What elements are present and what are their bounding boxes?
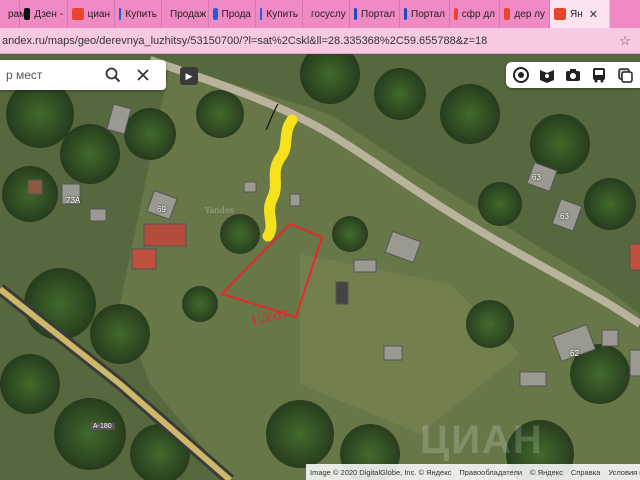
search-button[interactable]	[98, 60, 128, 90]
terms-link[interactable]: Условия использ	[608, 468, 640, 477]
browser-tab-label: Портал	[411, 8, 445, 20]
flag-icon	[404, 8, 408, 20]
map-layers-toolbar	[506, 62, 640, 88]
browser-tab[interactable]: рам	[0, 0, 26, 28]
map-type-button[interactable]	[614, 64, 636, 86]
browser-tab-label: циан	[87, 8, 110, 20]
bus-icon	[593, 68, 605, 83]
browser-tab[interactable]: циан	[68, 0, 115, 28]
close-tab-icon[interactable]: ✕	[589, 8, 598, 21]
browser-tab[interactable]: дер лу	[500, 0, 550, 28]
imagery-credit: Image © 2020 DigitalGlobe, Inc. © Яндекс	[310, 467, 452, 477]
house-number-label: 63	[532, 173, 541, 182]
search-input[interactable]	[4, 67, 98, 83]
camera-icon	[566, 69, 580, 81]
satellite-watermark: Yandex	[205, 206, 234, 215]
map-pin-icon	[554, 8, 566, 20]
browser-tab[interactable]: Прода	[209, 0, 256, 28]
transport-button[interactable]	[588, 64, 610, 86]
browser-tab-label: дер лу	[514, 8, 545, 20]
yandex-credit: © Яндекс	[530, 467, 563, 477]
help-link[interactable]: Справка	[571, 468, 600, 477]
browser-tab[interactable]: Купить	[256, 0, 303, 28]
cian-watermark: ЦИАН	[420, 418, 544, 462]
browser-tab-bar: рам Дзен - циан Купить Продаж Прода Купить госу…	[0, 0, 640, 28]
browser-tab[interactable]: сфр дл	[450, 0, 500, 28]
cian-icon	[260, 8, 263, 20]
cian-icon	[119, 8, 122, 20]
map-type-icon	[618, 68, 633, 83]
browser-tab[interactable]: Портал	[400, 0, 450, 28]
house-number-label: 69	[157, 205, 166, 214]
browser-tab-label: Портал	[361, 8, 395, 20]
browser-tab[interactable]: Дзен -	[20, 0, 68, 28]
satellite-map[interactable]: Yandex А-180 12сот ЦИАН ID 326916860 697…	[0, 54, 640, 480]
yandex-icon	[454, 8, 458, 20]
browser-tab-label: сфр дл	[461, 8, 495, 20]
clear-button[interactable]	[128, 60, 158, 90]
close-icon	[137, 69, 149, 81]
bookmark-star-icon[interactable]: ☆	[610, 33, 640, 49]
browser-tab-label: Продаж	[170, 8, 207, 20]
panorama-button[interactable]	[536, 64, 558, 86]
house-number-label: 63	[560, 212, 569, 221]
browser-tab-label: госуслу	[311, 8, 346, 20]
browser-tab-label: Ян	[570, 8, 583, 20]
search-box[interactable]	[0, 60, 166, 90]
yandex-icon	[504, 8, 511, 20]
map-copyright-bar: Image © 2020 DigitalGlobe, Inc. © Яндекс…	[306, 464, 640, 480]
browser-tab[interactable]: госуслу	[303, 0, 350, 28]
satellite-imagery	[0, 54, 640, 480]
dzen-icon	[24, 8, 31, 20]
house-number-label: 62	[570, 349, 579, 358]
browser-tab-label: Дзен -	[34, 8, 63, 20]
layers-icon	[513, 67, 529, 83]
browser-tab-label: Купить	[125, 8, 157, 20]
browser-tab[interactable]: Продаж	[162, 0, 209, 28]
yandex-icon	[72, 8, 84, 20]
flag-icon	[354, 8, 358, 20]
url-text[interactable]: andex.ru/maps/geo/derevnya_luzhitsy/5315…	[2, 35, 487, 47]
rights-holders-link[interactable]: Правообладатели	[459, 468, 522, 477]
panel-collapse-button[interactable]: ▶	[180, 67, 198, 85]
browser-tab-label: Прода	[221, 8, 252, 20]
browser-tab[interactable]: Купить	[115, 0, 162, 28]
browser-tab[interactable]: Портал	[350, 0, 400, 28]
panorama-icon	[540, 70, 554, 83]
house-number-label: 73А	[66, 196, 81, 205]
browser-tab[interactable]: Ян ✕	[550, 0, 610, 28]
search-icon	[105, 67, 121, 83]
photos-button[interactable]	[562, 64, 584, 86]
road-label: А-180	[90, 423, 115, 430]
browser-tab-label: Купить	[266, 8, 298, 20]
cian-icon	[213, 8, 218, 20]
address-bar[interactable]: andex.ru/maps/geo/derevnya_luzhitsy/5315…	[0, 28, 640, 54]
layers-button[interactable]	[510, 64, 532, 86]
